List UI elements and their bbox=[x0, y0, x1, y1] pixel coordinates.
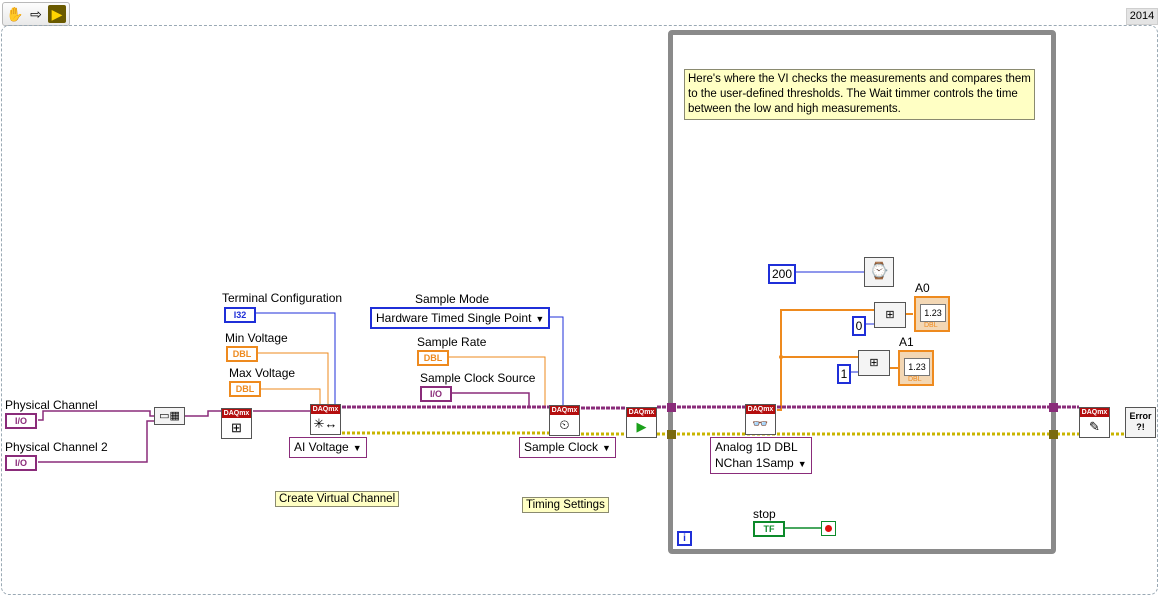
wait-icon: ⌚ bbox=[869, 263, 889, 280]
create-virtual-channel-comment: Create Virtual Channel bbox=[275, 491, 400, 507]
sample-clock-source-control[interactable]: I/O bbox=[420, 386, 452, 402]
stop-button-control[interactable]: TF bbox=[753, 521, 785, 537]
loop-condition-terminal[interactable] bbox=[821, 521, 836, 536]
stop-label: stop bbox=[753, 507, 776, 521]
daqmx-start-task-vi[interactable]: DAQmx ▶ bbox=[626, 407, 657, 438]
clock-icon: ⏲ bbox=[559, 417, 570, 432]
timing-settings-comment: Timing Settings bbox=[522, 497, 609, 513]
stop-icon bbox=[825, 525, 832, 532]
iteration-terminal: i bbox=[677, 531, 692, 546]
daqmx-create-channel-vi-1[interactable]: DAQmx ⊞ bbox=[221, 408, 252, 439]
index-array-node-0[interactable]: ⊞ bbox=[874, 302, 906, 328]
index-array-node-1[interactable]: ⊞ bbox=[858, 350, 890, 376]
index1-constant[interactable]: 1 bbox=[837, 364, 851, 384]
read-mode-text: Analog 1D DBL NChan 1Samp bbox=[715, 440, 798, 470]
daqmx-clear-task-vi[interactable]: DAQmx ✎ bbox=[1079, 407, 1110, 438]
min-voltage-control[interactable]: DBL bbox=[226, 346, 258, 362]
a1-type: DBL bbox=[908, 376, 922, 383]
build-array-icon: ▭▦ bbox=[159, 410, 180, 422]
wait-ms-node[interactable]: ⌚ bbox=[864, 257, 894, 287]
sample-clock-selector[interactable]: Sample Clock ▼ bbox=[519, 437, 616, 458]
eraser-icon: ✎ bbox=[1089, 419, 1100, 434]
loop-comment: Here's where the VI checks the measureme… bbox=[684, 69, 1035, 120]
daqmx-create-channel-vi-2[interactable]: DAQmx ✳↔ bbox=[310, 404, 341, 435]
loop-tunnel-error-in[interactable] bbox=[667, 430, 676, 439]
a0-indicator: 1.23 DBL bbox=[914, 296, 950, 332]
sample-mode-label: Sample Mode bbox=[415, 292, 490, 306]
glasses-icon: 👓 bbox=[752, 416, 769, 431]
sample-mode-value: Hardware Timed Single Point bbox=[376, 311, 532, 325]
start-icon: ▶ bbox=[636, 419, 647, 434]
sample-mode-selector[interactable]: Hardware Timed Single Point ▼ bbox=[370, 307, 551, 329]
a0-type: DBL bbox=[924, 322, 938, 329]
loop-tunnel-task-in[interactable] bbox=[667, 403, 676, 412]
a0-label: A0 bbox=[915, 281, 930, 295]
loop-tunnel-error-out[interactable] bbox=[1049, 430, 1058, 439]
daqmx-header: DAQmx bbox=[311, 405, 340, 414]
hand-icon[interactable]: ✋ bbox=[6, 5, 24, 23]
simple-error-handler[interactable]: Error ?! bbox=[1125, 407, 1156, 438]
wait-ms-constant[interactable]: 200 bbox=[768, 264, 796, 284]
index-array-icon: ⊞ bbox=[885, 309, 895, 321]
channel-icon: ⊞ bbox=[231, 420, 242, 435]
physical-channel-label: Physical Channel bbox=[5, 398, 98, 412]
sample-clock-source-label: Sample Clock Source bbox=[420, 371, 536, 385]
physical-channel-2-control[interactable]: I/O bbox=[5, 455, 37, 471]
daqmx-header: DAQmx bbox=[222, 409, 251, 418]
a0-value: 1.23 bbox=[920, 304, 946, 322]
a1-label: A1 bbox=[899, 335, 914, 349]
build-array-node[interactable]: ▭▦ bbox=[154, 407, 185, 425]
a1-indicator: 1.23 DBL bbox=[898, 350, 934, 386]
daqmx-header: DAQmx bbox=[550, 406, 579, 415]
dropdown-arrow-icon: ▼ bbox=[352, 443, 362, 453]
sample-rate-control[interactable]: DBL bbox=[417, 350, 449, 366]
a1-value: 1.23 bbox=[904, 358, 930, 376]
ai-voltage-text: AI Voltage bbox=[294, 440, 349, 454]
bulb-icon[interactable]: ▶ bbox=[48, 5, 66, 23]
max-voltage-control[interactable]: DBL bbox=[229, 381, 261, 397]
arrow-right-icon[interactable]: ⇨ bbox=[27, 5, 45, 23]
ai-voltage-selector[interactable]: AI Voltage ▼ bbox=[289, 437, 367, 458]
loop-tunnel-task-out[interactable] bbox=[1049, 403, 1058, 412]
voltage-channel-icon: ✳↔ bbox=[313, 416, 338, 431]
index-array-icon: ⊞ bbox=[869, 357, 879, 369]
physical-channel-control[interactable]: I/O bbox=[5, 413, 37, 429]
terminal-config-control[interactable]: I32 bbox=[224, 307, 256, 323]
min-voltage-label: Min Voltage bbox=[225, 331, 288, 345]
sample-rate-label: Sample Rate bbox=[417, 335, 487, 349]
terminal-config-label: Terminal Configuration bbox=[222, 291, 343, 305]
dropdown-arrow-icon: ▼ bbox=[535, 314, 545, 324]
daqmx-header: DAQmx bbox=[1080, 408, 1109, 417]
diagram-toolbar: ✋ ⇨ ▶ bbox=[2, 2, 70, 26]
daqmx-header: DAQmx bbox=[746, 405, 775, 414]
daqmx-header: DAQmx bbox=[627, 408, 656, 417]
index0-constant[interactable]: 0 bbox=[852, 316, 866, 336]
daqmx-timing-vi[interactable]: DAQmx ⏲ bbox=[549, 405, 580, 436]
read-mode-selector[interactable]: Analog 1D DBL NChan 1Samp ▼ bbox=[710, 437, 812, 474]
sample-clock-text: Sample Clock bbox=[524, 440, 599, 454]
daqmx-read-vi[interactable]: DAQmx 👓 bbox=[745, 404, 776, 435]
version-badge: 2014 bbox=[1126, 8, 1158, 25]
physical-channel-2-label: Physical Channel 2 bbox=[5, 440, 108, 454]
dropdown-arrow-icon: ▼ bbox=[797, 459, 807, 469]
dropdown-arrow-icon: ▼ bbox=[602, 443, 611, 453]
max-voltage-label: Max Voltage bbox=[229, 366, 296, 380]
